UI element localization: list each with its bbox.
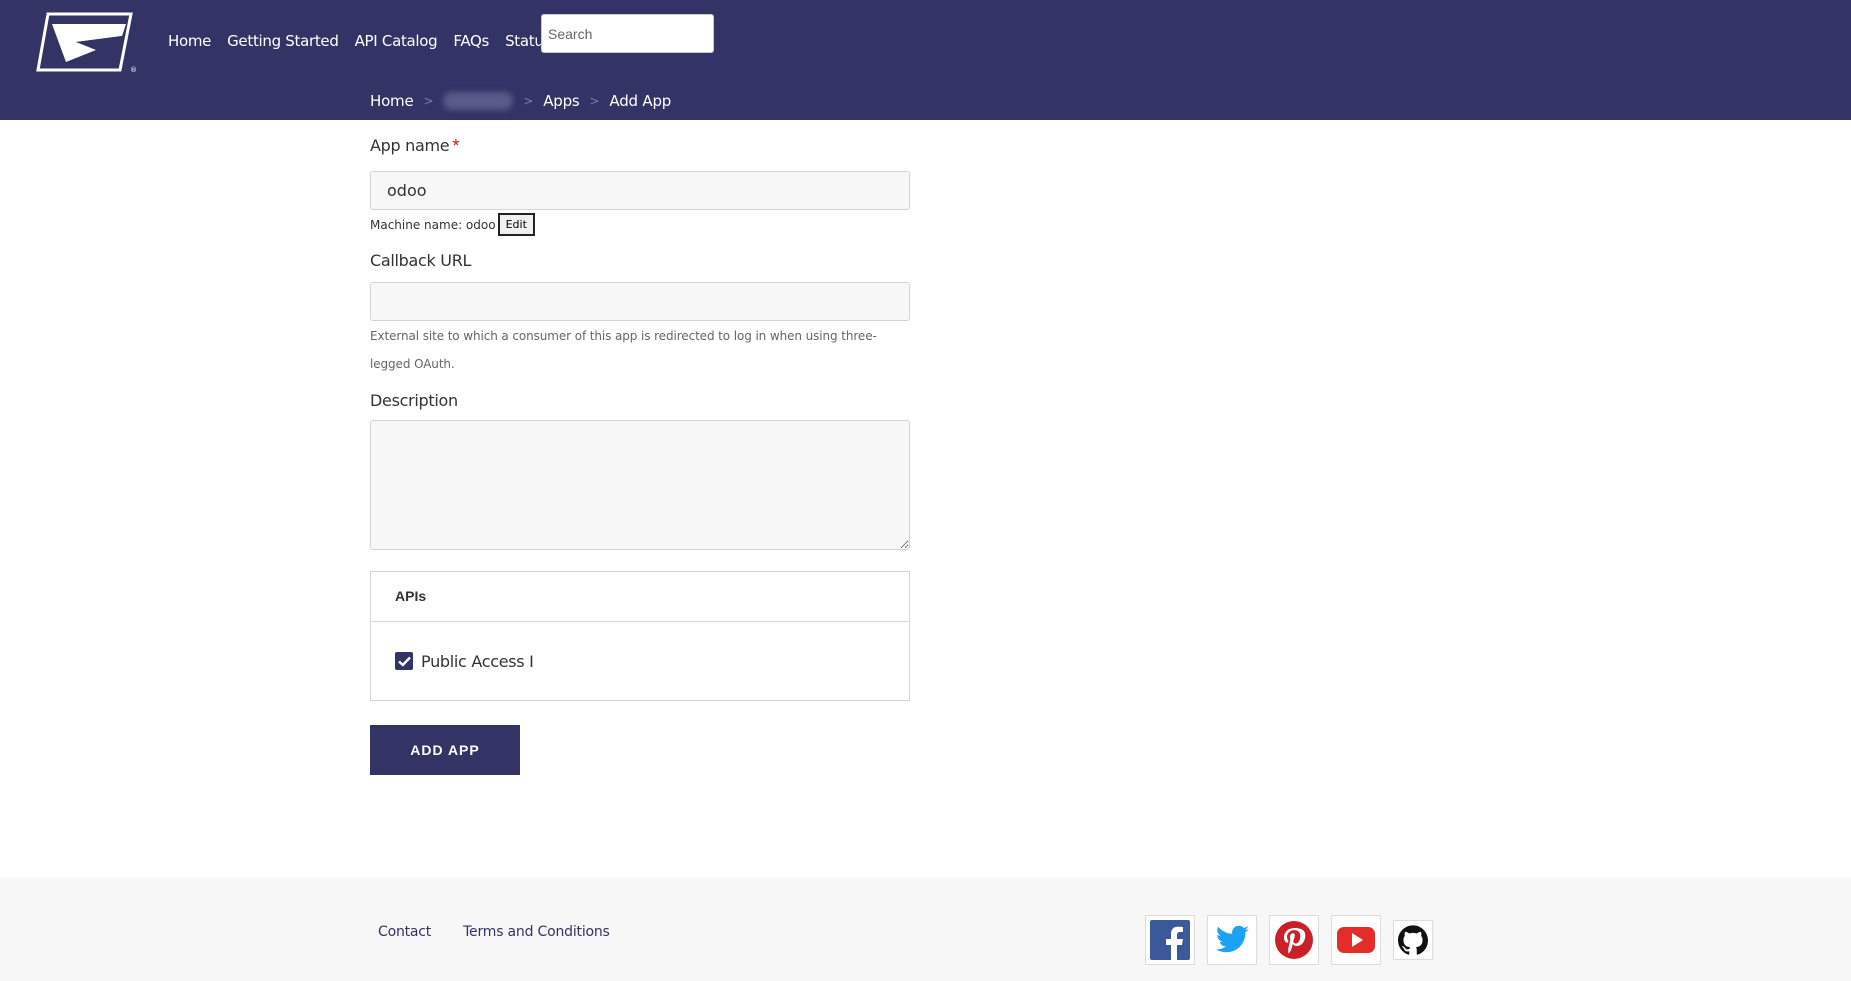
app-name-label: App name * bbox=[370, 136, 910, 160]
required-marker: * bbox=[452, 136, 460, 156]
description-textarea[interactable] bbox=[370, 420, 910, 550]
youtube-icon[interactable] bbox=[1331, 915, 1381, 965]
footer-links: Contact Terms and Conditions bbox=[378, 924, 610, 940]
site-header: ® Home Getting Started API Catalog FAQs … bbox=[0, 0, 1851, 120]
app-name-input[interactable] bbox=[370, 171, 910, 210]
footer-contact-link[interactable]: Contact bbox=[378, 924, 431, 940]
breadcrumb-apps[interactable]: Apps bbox=[543, 92, 580, 110]
nav-getting-started[interactable]: Getting Started bbox=[227, 32, 339, 50]
api-item: Public Access I bbox=[371, 622, 909, 700]
callback-url-input[interactable] bbox=[370, 282, 910, 321]
breadcrumb-redacted[interactable] bbox=[443, 92, 514, 110]
breadcrumb: Home > > Apps > Add App bbox=[370, 92, 671, 110]
github-icon[interactable] bbox=[1393, 920, 1433, 960]
machine-name: Machine name: odoo Edit bbox=[370, 213, 910, 236]
machine-name-text: Machine name: odoo bbox=[370, 217, 496, 232]
check-icon bbox=[397, 656, 411, 667]
app-name-label-text: App name bbox=[370, 136, 450, 155]
public-access-label[interactable]: Public Access I bbox=[421, 652, 534, 671]
description-label: Description bbox=[370, 391, 458, 410]
nav-faqs[interactable]: FAQs bbox=[453, 32, 489, 50]
breadcrumb-separator: > bbox=[423, 94, 434, 108]
breadcrumb-separator: > bbox=[523, 94, 534, 108]
nav-home[interactable]: Home bbox=[168, 32, 211, 50]
footer-terms-link[interactable]: Terms and Conditions bbox=[463, 924, 610, 940]
callback-url-label: Callback URL bbox=[370, 251, 472, 270]
apis-title: APIs bbox=[371, 572, 909, 622]
breadcrumb-current: Add App bbox=[609, 92, 672, 110]
twitter-icon[interactable] bbox=[1207, 915, 1257, 965]
apis-panel: APIs Public Access I bbox=[370, 571, 910, 701]
pinterest-icon[interactable] bbox=[1269, 915, 1319, 965]
main-nav: Home Getting Started API Catalog FAQs St… bbox=[168, 32, 551, 50]
search-input[interactable] bbox=[541, 14, 714, 53]
public-access-checkbox[interactable] bbox=[395, 652, 413, 670]
svg-text:®: ® bbox=[130, 66, 136, 74]
breadcrumb-separator: > bbox=[589, 94, 600, 108]
facebook-icon[interactable] bbox=[1145, 915, 1195, 965]
social-links bbox=[1145, 915, 1433, 965]
callback-url-help: External site to which a consumer of thi… bbox=[370, 329, 877, 371]
site-footer: Contact Terms and Conditions bbox=[0, 878, 1851, 981]
nav-api-catalog[interactable]: API Catalog bbox=[355, 32, 438, 50]
add-app-button[interactable]: ADD APP bbox=[370, 725, 520, 775]
add-app-form: App name* Machine name: odoo Edit Callba… bbox=[370, 136, 910, 775]
breadcrumb-home[interactable]: Home bbox=[370, 92, 414, 110]
machine-name-edit-button[interactable]: Edit bbox=[497, 213, 535, 236]
usps-eagle-logo-icon[interactable]: ® bbox=[36, 12, 136, 74]
